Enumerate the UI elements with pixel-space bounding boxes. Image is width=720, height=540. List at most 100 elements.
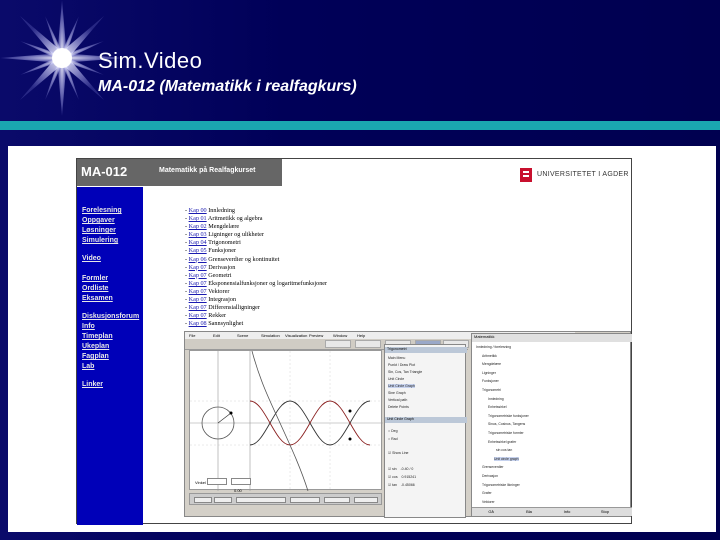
chapter-link[interactable]: Kap 05 (189, 247, 207, 254)
sidebar-item-timeplan[interactable]: Timeplan (82, 333, 113, 340)
menu-item[interactable]: Scene (237, 333, 248, 338)
option-show-line[interactable]: ☑ Show Line (388, 451, 408, 455)
tree-item[interactable]: Innledning (488, 397, 504, 401)
browse-button[interactable]: Bla (514, 509, 544, 514)
angle-value-box[interactable]: 0.00 (231, 478, 251, 493)
menu-item[interactable]: Preview (309, 333, 323, 338)
tree-item[interactable]: Grafer (482, 491, 492, 495)
menu-item[interactable]: Visualization (285, 333, 307, 338)
tree-item[interactable]: Enhetssirkel grafer (488, 440, 516, 444)
chapter-item[interactable]: - Kap 00 Innledning (185, 207, 327, 215)
time-slider[interactable] (236, 497, 286, 503)
chapter-link[interactable]: Kap 01 (189, 215, 207, 222)
tree-item[interactable]: Ligninger (482, 371, 496, 375)
tree-item[interactable]: Vektorer (482, 500, 495, 504)
course-webpage: MA-012 Matematikk på Realfagkurset UNIVE… (76, 158, 632, 525)
tree-item[interactable]: Grenseverdier (482, 465, 503, 469)
tree-item[interactable]: Innledning / forelesning (476, 345, 511, 349)
menu-item[interactable]: File (189, 333, 195, 338)
tree-item[interactable]: Sinus, Cosinus, Tangens (488, 422, 525, 426)
menu-item[interactable]: Window (333, 333, 347, 338)
chapter-link[interactable]: Kap 07 (189, 312, 207, 319)
chapter-link[interactable]: Kap 07 (189, 288, 207, 295)
option-deg[interactable]: ○ Deg (388, 429, 398, 433)
chapter-item[interactable]: - Kap 03 Ligninger og ulikheter (185, 231, 327, 239)
properties-list-item[interactable]: Sine Graph (388, 391, 406, 395)
tree-item[interactable]: Trigonometriske likninger (482, 483, 520, 487)
properties-list-item[interactable]: Unit Circle Graph (388, 384, 415, 388)
properties-list-item[interactable]: Punkt / Draw Plot (388, 363, 415, 367)
chapter-item[interactable]: - Kap 07 Geometri (185, 272, 327, 280)
sidebar-item-ordliste[interactable]: Ordliste (82, 285, 108, 292)
sidebar-item-lab[interactable]: Lab (82, 363, 94, 370)
playback-button[interactable] (324, 497, 350, 503)
menu-item[interactable]: Help (357, 333, 365, 338)
go-button[interactable]: Gå (476, 509, 506, 514)
sidebar-item-oppgaver[interactable]: Oppgaver (82, 217, 115, 224)
chapter-item[interactable]: - Kap 07 Rekker (185, 312, 327, 320)
tree-item[interactable]: Trigonometriske funksjoner (488, 414, 529, 418)
properties-list-item[interactable]: Delete Points (388, 405, 409, 409)
tree-item[interactable]: Mengdelære (482, 362, 501, 366)
sidebar-item-info[interactable]: Info (82, 323, 95, 330)
sidebar-item-forelesning[interactable]: Forelesning (82, 207, 122, 214)
chapter-link[interactable]: Kap 07 (189, 272, 207, 279)
angle-input[interactable] (207, 478, 227, 485)
menu-item[interactable]: Simulation (261, 333, 280, 338)
sidebar-item-ukeplan[interactable]: Ukeplan (82, 343, 109, 350)
playback-button[interactable] (194, 497, 212, 503)
value-row-sin: ☑ sin -0.40 / 0 (388, 467, 414, 471)
sidebar-item-video[interactable]: Video (82, 255, 101, 262)
chapter-item[interactable]: - Kap 04 Trigonometri (185, 239, 327, 247)
chapter-item[interactable]: - Kap 07 Integrasjon (185, 296, 327, 304)
tree-item[interactable]: Aritmetikk (482, 354, 497, 358)
chapter-link[interactable]: Kap 00 (189, 207, 207, 214)
sidebar-item-simulering[interactable]: Simulering (82, 237, 118, 244)
tree-item[interactable]: sin cos tan (496, 448, 512, 452)
chapter-link[interactable]: Kap 07 (189, 264, 207, 271)
chapter-item[interactable]: - Kap 07 Vektorer (185, 288, 327, 296)
chapter-item[interactable]: - Kap 02 Mengdelære (185, 223, 327, 231)
tree-item[interactable]: Derivasjon (482, 474, 498, 478)
properties-list-item[interactable]: Unit Circle (388, 377, 404, 381)
stop-button[interactable]: Stop (590, 509, 620, 514)
info-button[interactable]: Info (552, 509, 582, 514)
properties-list-item[interactable]: Main Menu (388, 356, 405, 360)
playback-button[interactable] (214, 497, 232, 503)
sidebar-item-formler[interactable]: Formler (82, 275, 108, 282)
tree-item[interactable]: Enhetssirkel (488, 405, 506, 409)
chapter-item[interactable]: - Kap 07 Differensialligninger (185, 304, 327, 312)
toolbar-button[interactable] (325, 340, 351, 348)
properties-list-item[interactable]: Sin, Cos, Tan Triangle (388, 370, 422, 374)
sidebar-item-fagplan[interactable]: Fagplan (82, 353, 109, 360)
chapter-link[interactable]: Kap 07 (189, 304, 207, 311)
chapter-link[interactable]: Kap 07 (189, 296, 207, 303)
tree-item[interactable]: Funksjoner (482, 379, 499, 383)
tree-item[interactable]: Trigonometri (482, 388, 501, 392)
chapter-item[interactable]: - Kap 08 Sannsynlighet (185, 320, 327, 328)
sidebar-item-eksamen[interactable]: Eksamen (82, 295, 113, 302)
sidebar-item-linker[interactable]: Linker (82, 381, 103, 388)
chapter-link[interactable]: Kap 07 (189, 280, 207, 287)
chapter-link[interactable]: Kap 03 (189, 231, 207, 238)
sidebar-item-losninger[interactable]: Løsninger (82, 227, 116, 234)
option-rad[interactable]: ○ Rad (388, 437, 398, 441)
menu-item[interactable]: Edit (213, 333, 220, 338)
chapter-link[interactable]: Kap 04 (189, 239, 207, 246)
properties-list-item[interactable]: Vertical path (388, 398, 407, 402)
chapter-item[interactable]: - Kap 07 Eksponensialfunksjoner og logar… (185, 280, 327, 288)
unit-circle-graph[interactable] (189, 350, 383, 492)
chapter-item[interactable]: - Kap 01 Aritmetikk og algebra (185, 215, 327, 223)
chapter-item[interactable]: - Kap 05 Funksjoner (185, 247, 327, 255)
chapter-item[interactable]: - Kap 07 Derivasjon (185, 264, 327, 272)
chapter-link[interactable]: Kap 06 (189, 256, 207, 263)
playback-button[interactable] (354, 497, 378, 503)
tree-item[interactable]: Trigonometriske formler (488, 431, 524, 435)
sidebar-item-diskusjonsforum[interactable]: Diskusjonsforum (82, 313, 139, 320)
chapter-link[interactable]: Kap 08 (189, 320, 207, 327)
chapter-link[interactable]: Kap 02 (189, 223, 207, 230)
toolbar-button[interactable] (355, 340, 381, 348)
speed-slider[interactable] (290, 497, 320, 503)
tree-item[interactable]: Unit circle graph (494, 456, 519, 461)
chapter-item[interactable]: - Kap 06 Grenseverdier og kontinuitet (185, 256, 327, 264)
